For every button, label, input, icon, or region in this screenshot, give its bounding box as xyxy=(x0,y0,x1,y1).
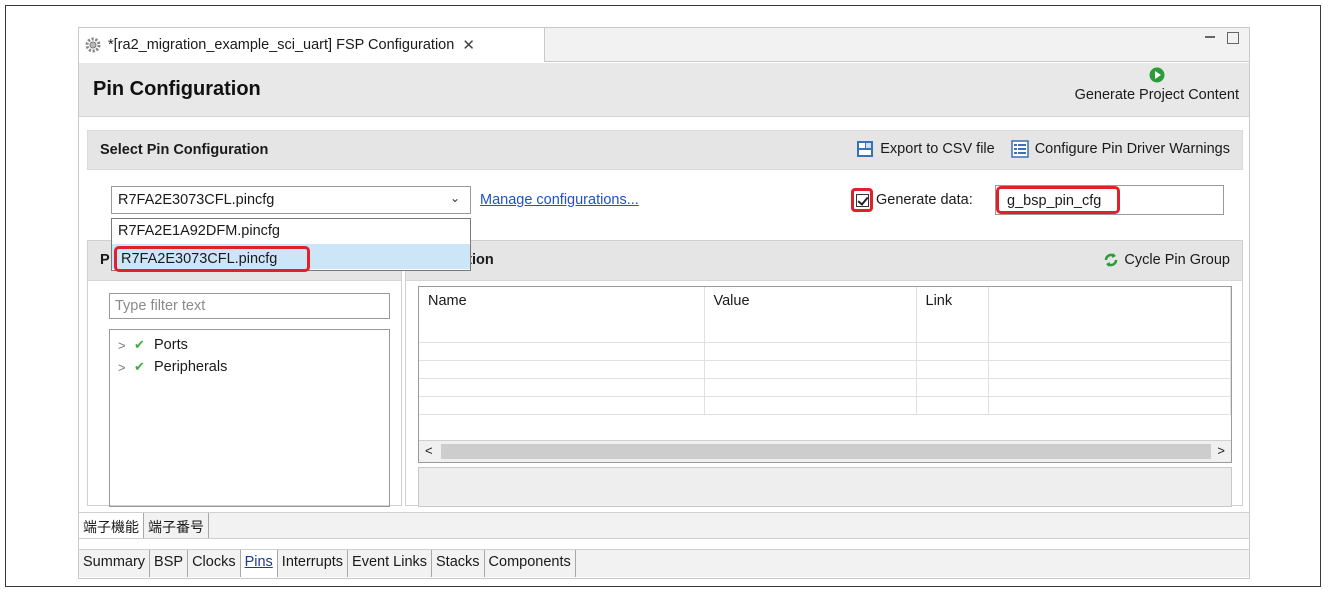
minimize-icon[interactable] xyxy=(1205,36,1215,46)
tree-item-label: Peripherals xyxy=(154,359,228,375)
table-header-row: Name Value Link xyxy=(419,287,1231,343)
generate-project-content-button[interactable]: Generate Project Content xyxy=(1075,67,1239,103)
export-csv-label: Export to CSV file xyxy=(880,141,995,157)
cycle-pin-group-button[interactable]: Cycle Pin Group xyxy=(1103,252,1230,268)
export-csv-icon xyxy=(857,141,874,157)
pin-selection-title: P xyxy=(100,252,110,268)
tree-item-peripherals[interactable]: > ✔ Peripherals xyxy=(110,356,389,378)
configure-warnings-label: Configure Pin Driver Warnings xyxy=(1034,141,1230,157)
table-row xyxy=(419,342,1231,361)
generate-data-value: g_bsp_pin_cfg xyxy=(996,186,1120,214)
editor-tab[interactable]: *[ra2_migration_example_sci_uart] FSP Co… xyxy=(79,28,545,62)
play-icon xyxy=(1149,67,1165,83)
tab-pin-function[interactable]: 端子機能 xyxy=(79,513,144,538)
gear-icon xyxy=(85,37,101,53)
chevron-down-icon[interactable]: ⌄ xyxy=(450,191,460,205)
manage-configurations-link[interactable]: Manage configurations... xyxy=(480,192,639,208)
properties-table: Name Value Link < > xyxy=(418,286,1232,463)
column-header-value[interactable]: Value xyxy=(704,287,917,343)
check-icon: ✔ xyxy=(134,337,145,352)
warnings-list-icon xyxy=(1010,140,1029,158)
check-icon: ✔ xyxy=(134,359,145,374)
tab-event-links[interactable]: Event Links xyxy=(348,550,433,577)
generate-data-input[interactable]: g_bsp_pin_cfg xyxy=(995,185,1224,215)
tab-pins[interactable]: Pins xyxy=(240,550,278,577)
generate-data-checkbox[interactable] xyxy=(851,188,873,212)
close-icon[interactable]: ✕ xyxy=(462,36,475,54)
column-header-link[interactable]: Link xyxy=(916,287,989,343)
configure-pin-driver-warnings-button[interactable]: Configure Pin Driver Warnings xyxy=(1010,140,1230,158)
filter-input[interactable]: Type filter text xyxy=(109,293,390,319)
tab-components[interactable]: Components xyxy=(484,550,576,577)
export-csv-button[interactable]: Export to CSV file xyxy=(856,140,995,158)
scroll-left-icon[interactable]: < xyxy=(425,443,433,458)
description-area xyxy=(418,467,1232,507)
table-row xyxy=(419,378,1231,397)
generate-project-content-label: Generate Project Content xyxy=(1074,87,1239,103)
tab-pin-number[interactable]: 端子番号 xyxy=(144,513,209,538)
chevron-right-icon[interactable]: > xyxy=(118,360,134,375)
tab-interrupts[interactable]: Interrupts xyxy=(277,550,349,577)
tab-stacks[interactable]: Stacks xyxy=(432,550,485,577)
editor-tab-title: *[ra2_migration_example_sci_uart] FSP Co… xyxy=(108,37,455,53)
page-header: Pin Configuration Generate Project Conte… xyxy=(79,63,1249,117)
dropdown-option[interactable]: R7FA2E1A92DFM.pincfg xyxy=(112,219,470,244)
pin-configuration-value: R7FA2E3073CFL.pincfg xyxy=(118,192,275,208)
scrollbar-thumb[interactable] xyxy=(441,444,1211,459)
fsp-configuration-editor: *[ra2_migration_example_sci_uart] FSP Co… xyxy=(78,27,1250,579)
pin-tree: > ✔ Ports > ✔ Peripherals xyxy=(109,329,390,507)
table-row xyxy=(419,396,1231,415)
page-title: Pin Configuration xyxy=(93,78,261,100)
checkbox-checked-icon xyxy=(856,194,869,207)
pin-configuration-dropdown: R7FA2E1A92DFM.pincfg R7FA2E3073CFL.pincf… xyxy=(111,218,471,272)
section-title: Select Pin Configuration xyxy=(100,142,269,158)
pin-selection-panel: P Type filter text > ✔ Ports > ✔ Periphe… xyxy=(87,240,402,507)
table-row xyxy=(419,360,1231,379)
pin-configuration-select[interactable]: R7FA2E3073CFL.pincfg ⌄ xyxy=(111,186,471,214)
tree-item-label: Ports xyxy=(154,337,188,353)
pin-configuration-panel: nfiguration Cycle Pin Group Name Value L… xyxy=(405,240,1243,507)
configuration-tabs: Summary BSP Clocks Pins Interrupts Event… xyxy=(79,549,1249,577)
cycle-pin-group-label: Cycle Pin Group xyxy=(1124,252,1230,268)
editor-tab-bar: *[ra2_migration_example_sci_uart] FSP Co… xyxy=(79,28,1249,62)
scroll-right-icon[interactable]: > xyxy=(1217,443,1225,458)
tree-item-ports[interactable]: > ✔ Ports xyxy=(110,334,389,356)
cycle-icon xyxy=(1105,253,1118,267)
tab-bsp[interactable]: BSP xyxy=(150,550,189,577)
dropdown-option-selected-label: R7FA2E3073CFL.pincfg xyxy=(114,246,310,272)
pin-configuration-header: nfiguration Cycle Pin Group xyxy=(406,241,1242,281)
maximize-icon[interactable] xyxy=(1227,32,1239,44)
pin-view-tabs: 端子機能 端子番号 xyxy=(79,512,1249,539)
column-header-extra xyxy=(988,287,1231,343)
column-header-name[interactable]: Name xyxy=(419,287,705,343)
chevron-right-icon[interactable]: > xyxy=(118,338,134,353)
tab-clocks[interactable]: Clocks xyxy=(188,550,241,577)
select-pin-configuration-header: Select Pin Configuration Export to CSV f… xyxy=(87,130,1243,170)
tab-summary[interactable]: Summary xyxy=(79,550,151,577)
generate-data-label: Generate data: xyxy=(876,192,973,208)
horizontal-scrollbar[interactable]: < > xyxy=(419,440,1231,462)
